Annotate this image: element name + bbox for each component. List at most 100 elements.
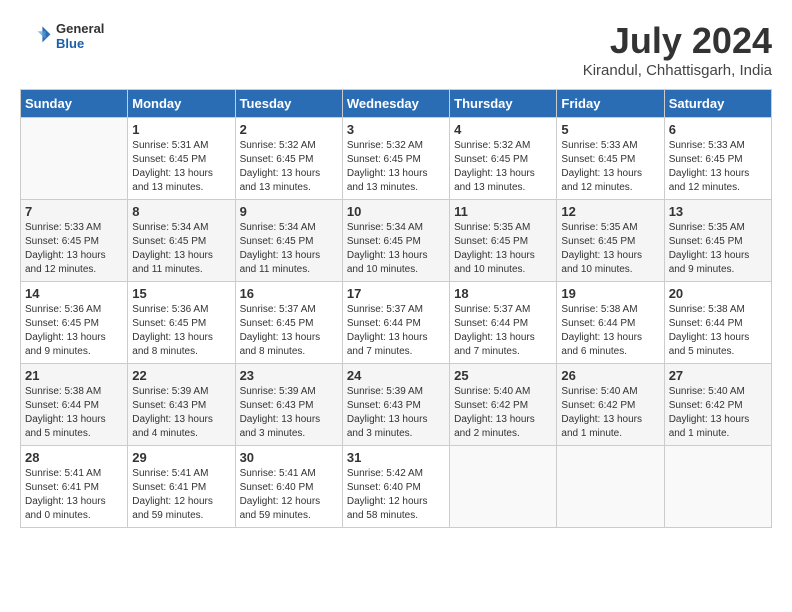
header-cell-friday: Friday <box>557 90 664 118</box>
day-info: Sunrise: 5:35 AM Sunset: 6:45 PM Dayligh… <box>669 221 767 277</box>
day-cell: 16 Sunrise: 5:37 AM Sunset: 6:45 PM Dayli… <box>235 282 342 364</box>
day-number: 19 <box>561 286 659 301</box>
day-cell: 11Sunrise: 5:35 AM Sunset: 6:45 PM Dayli… <box>450 200 557 282</box>
day-number: 1 <box>132 122 230 137</box>
day-cell: 27 Sunrise: 5:40 AM Sunset: 6:42 PM Dayli… <box>664 364 771 446</box>
day-info: Sunrise: 5:41 AM Sunset: 6:41 PM Dayligh… <box>132 467 230 523</box>
logo-text: General Blue <box>56 21 104 51</box>
day-cell: 4 Sunrise: 5:32 AM Sunset: 6:45 PM Daylig… <box>450 118 557 200</box>
day-cell: 1 Sunrise: 5:31 AM Sunset: 6:45 PM Daylig… <box>128 118 235 200</box>
day-info: Sunrise: 5:33 AM Sunset: 6:45 PM Dayligh… <box>669 139 767 195</box>
day-number: 26 <box>561 368 659 383</box>
day-info: Sunrise: 5:34 AM Sunset: 6:45 PM Dayligh… <box>132 221 230 277</box>
day-cell: 21 Sunrise: 5:38 AM Sunset: 6:44 PM Dayli… <box>21 364 128 446</box>
day-cell: 23 Sunrise: 5:39 AM Sunset: 6:43 PM Dayli… <box>235 364 342 446</box>
day-info: Sunrise: 5:40 AM Sunset: 6:42 PM Dayligh… <box>454 385 552 441</box>
day-info: Sunrise: 5:42 AM Sunset: 6:40 PM Dayligh… <box>347 467 445 523</box>
day-info: Sunrise: 5:41 AM Sunset: 6:40 PM Dayligh… <box>240 467 338 523</box>
day-info: Sunrise: 5:32 AM Sunset: 6:45 PM Dayligh… <box>347 139 445 195</box>
day-cell: 8Sunrise: 5:34 AM Sunset: 6:45 PM Daylig… <box>128 200 235 282</box>
day-info: Sunrise: 5:38 AM Sunset: 6:44 PM Dayligh… <box>669 303 767 359</box>
week-row-5: 28Sunrise: 5:41 AM Sunset: 6:41 PM Dayli… <box>21 446 772 528</box>
day-number: 25 <box>454 368 552 383</box>
day-info: Sunrise: 5:39 AM Sunset: 6:43 PM Dayligh… <box>132 385 230 441</box>
day-cell: 7 Sunrise: 5:33 AM Sunset: 6:45 PM Daylig… <box>21 200 128 282</box>
day-number: 14 <box>25 286 123 301</box>
day-cell: 15 Sunrise: 5:36 AM Sunset: 6:45 PM Dayli… <box>128 282 235 364</box>
day-cell: 31 Sunrise: 5:42 AM Sunset: 6:40 PM Dayli… <box>342 446 449 528</box>
day-number: 3 <box>347 122 445 137</box>
day-info: Sunrise: 5:41 AM Sunset: 6:41 PM Dayligh… <box>25 467 123 523</box>
day-number: 4 <box>454 122 552 137</box>
day-number: 16 <box>240 286 338 301</box>
day-cell: 5 Sunrise: 5:33 AM Sunset: 6:45 PM Daylig… <box>557 118 664 200</box>
header-cell-tuesday: Tuesday <box>235 90 342 118</box>
day-info: Sunrise: 5:39 AM Sunset: 6:43 PM Dayligh… <box>240 385 338 441</box>
day-number: 12 <box>561 204 659 219</box>
day-info: Sunrise: 5:36 AM Sunset: 6:45 PM Dayligh… <box>132 303 230 359</box>
day-number: 20 <box>669 286 767 301</box>
day-cell: 2Sunrise: 5:32 AM Sunset: 6:45 PM Daylig… <box>235 118 342 200</box>
day-cell: 19 Sunrise: 5:38 AM Sunset: 6:44 PM Dayli… <box>557 282 664 364</box>
week-row-1: 1 Sunrise: 5:31 AM Sunset: 6:45 PM Daylig… <box>21 118 772 200</box>
day-info: Sunrise: 5:33 AM Sunset: 6:45 PM Dayligh… <box>561 139 659 195</box>
day-info: Sunrise: 5:38 AM Sunset: 6:44 PM Dayligh… <box>25 385 123 441</box>
day-cell: 3 Sunrise: 5:32 AM Sunset: 6:45 PM Daylig… <box>342 118 449 200</box>
day-number: 23 <box>240 368 338 383</box>
day-cell: 14 Sunrise: 5:36 AM Sunset: 6:45 PM Dayli… <box>21 282 128 364</box>
day-cell: 22Sunrise: 5:39 AM Sunset: 6:43 PM Dayli… <box>128 364 235 446</box>
day-cell <box>557 446 664 528</box>
day-info: Sunrise: 5:39 AM Sunset: 6:43 PM Dayligh… <box>347 385 445 441</box>
day-info: Sunrise: 5:35 AM Sunset: 6:45 PM Dayligh… <box>561 221 659 277</box>
day-cell <box>21 118 128 200</box>
header-cell-saturday: Saturday <box>664 90 771 118</box>
day-number: 13 <box>669 204 767 219</box>
day-number: 31 <box>347 450 445 465</box>
day-info: Sunrise: 5:40 AM Sunset: 6:42 PM Dayligh… <box>669 385 767 441</box>
day-info: Sunrise: 5:32 AM Sunset: 6:45 PM Dayligh… <box>454 139 552 195</box>
day-number: 5 <box>561 122 659 137</box>
day-number: 30 <box>240 450 338 465</box>
day-cell: 12 Sunrise: 5:35 AM Sunset: 6:45 PM Dayli… <box>557 200 664 282</box>
day-info: Sunrise: 5:35 AM Sunset: 6:45 PM Dayligh… <box>454 221 552 277</box>
day-cell: 6 Sunrise: 5:33 AM Sunset: 6:45 PM Daylig… <box>664 118 771 200</box>
title-block: July 2024 Kirandul, Chhattisgarh, India <box>583 20 772 79</box>
day-cell: 13 Sunrise: 5:35 AM Sunset: 6:45 PM Dayli… <box>664 200 771 282</box>
day-cell: 25 Sunrise: 5:40 AM Sunset: 6:42 PM Dayli… <box>450 364 557 446</box>
day-number: 10 <box>347 204 445 219</box>
month-title: July 2024 <box>583 20 772 62</box>
day-cell <box>664 446 771 528</box>
day-number: 21 <box>25 368 123 383</box>
day-number: 17 <box>347 286 445 301</box>
calendar-table: SundayMondayTuesdayWednesdayThursdayFrid… <box>20 89 772 528</box>
day-number: 29 <box>132 450 230 465</box>
location: Kirandul, Chhattisgarh, India <box>583 62 772 79</box>
logo-general: General <box>56 21 104 36</box>
day-info: Sunrise: 5:37 AM Sunset: 6:45 PM Dayligh… <box>240 303 338 359</box>
day-cell: 10Sunrise: 5:34 AM Sunset: 6:45 PM Dayli… <box>342 200 449 282</box>
day-cell: 20 Sunrise: 5:38 AM Sunset: 6:44 PM Dayli… <box>664 282 771 364</box>
day-cell: 17 Sunrise: 5:37 AM Sunset: 6:44 PM Dayli… <box>342 282 449 364</box>
header-cell-thursday: Thursday <box>450 90 557 118</box>
day-number: 15 <box>132 286 230 301</box>
day-info: Sunrise: 5:33 AM Sunset: 6:45 PM Dayligh… <box>25 221 123 277</box>
week-row-4: 21 Sunrise: 5:38 AM Sunset: 6:44 PM Dayli… <box>21 364 772 446</box>
day-info: Sunrise: 5:38 AM Sunset: 6:44 PM Dayligh… <box>561 303 659 359</box>
day-info: Sunrise: 5:34 AM Sunset: 6:45 PM Dayligh… <box>240 221 338 277</box>
day-cell: 9 Sunrise: 5:34 AM Sunset: 6:45 PM Daylig… <box>235 200 342 282</box>
day-info: Sunrise: 5:32 AM Sunset: 6:45 PM Dayligh… <box>240 139 338 195</box>
day-cell: 18Sunrise: 5:37 AM Sunset: 6:44 PM Dayli… <box>450 282 557 364</box>
day-number: 9 <box>240 204 338 219</box>
day-number: 7 <box>25 204 123 219</box>
header-cell-monday: Monday <box>128 90 235 118</box>
day-info: Sunrise: 5:31 AM Sunset: 6:45 PM Dayligh… <box>132 139 230 195</box>
day-number: 27 <box>669 368 767 383</box>
day-cell: 24Sunrise: 5:39 AM Sunset: 6:43 PM Dayli… <box>342 364 449 446</box>
logo-blue-text: Blue <box>56 36 104 51</box>
day-cell: 30 Sunrise: 5:41 AM Sunset: 6:40 PM Dayli… <box>235 446 342 528</box>
day-cell: 26Sunrise: 5:40 AM Sunset: 6:42 PM Dayli… <box>557 364 664 446</box>
header-cell-wednesday: Wednesday <box>342 90 449 118</box>
day-info: Sunrise: 5:36 AM Sunset: 6:45 PM Dayligh… <box>25 303 123 359</box>
day-info: Sunrise: 5:37 AM Sunset: 6:44 PM Dayligh… <box>347 303 445 359</box>
day-number: 6 <box>669 122 767 137</box>
